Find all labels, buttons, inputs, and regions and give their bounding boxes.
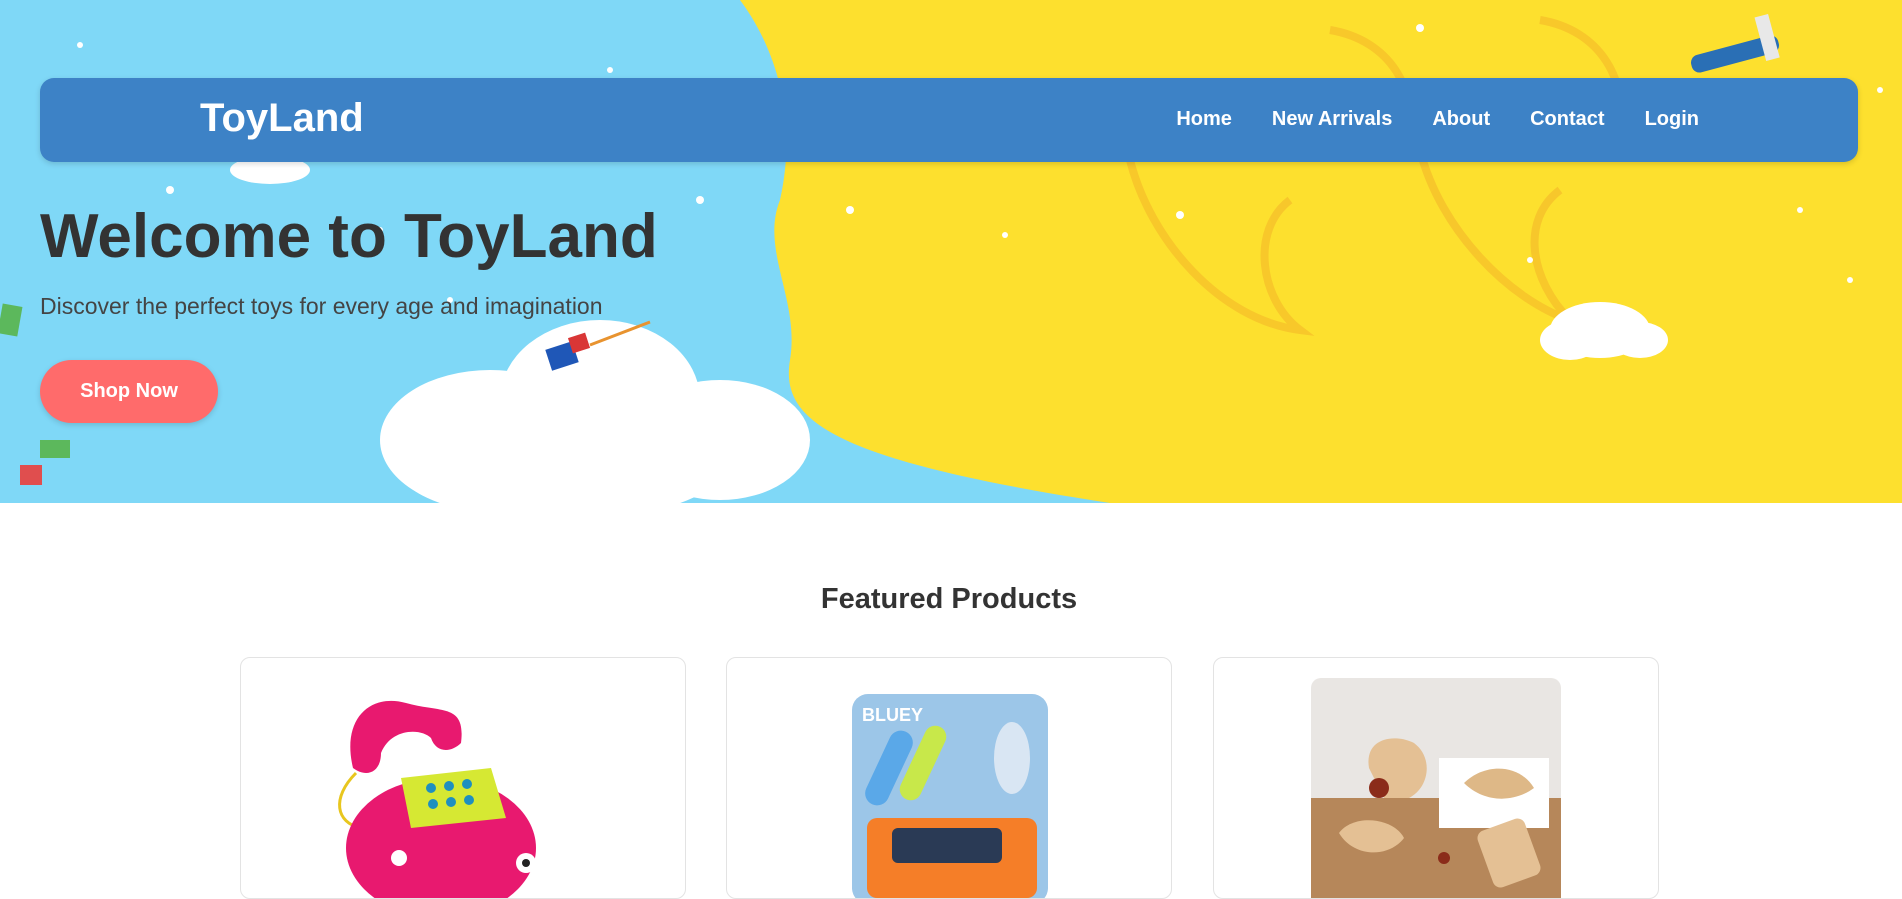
hero-banner: ToyLand Home New Arrivals About Contact … bbox=[0, 0, 1902, 503]
hero-title: Welcome to ToyLand bbox=[40, 202, 658, 271]
bluey-box-logo: BLUEY bbox=[862, 705, 923, 725]
pink-toy-telephone-image bbox=[338, 700, 536, 898]
bluey-surf-car-playset-image: BLUEY bbox=[852, 694, 1048, 898]
nav-link-home[interactable]: Home bbox=[1176, 108, 1232, 130]
wooden-baby-toys-image bbox=[1311, 678, 1561, 898]
product-card[interactable] bbox=[240, 657, 686, 899]
top-navbar: ToyLand Home New Arrivals About Contact … bbox=[40, 78, 1858, 162]
brand-logo-text[interactable]: ToyLand bbox=[200, 96, 364, 140]
product-card[interactable] bbox=[1213, 657, 1659, 899]
hero-subtitle: Discover the perfect toys for every age … bbox=[40, 293, 603, 319]
product-card[interactable]: BLUEY bbox=[726, 657, 1172, 899]
shop-now-button[interactable]: Shop Now bbox=[40, 360, 218, 423]
nav-link-contact[interactable]: Contact bbox=[1530, 108, 1604, 130]
featured-products-title: Featured Products bbox=[820, 583, 1078, 615]
nav-link-new-arrivals[interactable]: New Arrivals bbox=[1272, 108, 1392, 130]
nav-link-about[interactable]: About bbox=[1432, 108, 1490, 130]
nav-links: Home New Arrivals About Contact Login bbox=[1176, 108, 1699, 130]
nav-link-login[interactable]: Login bbox=[1645, 108, 1699, 130]
